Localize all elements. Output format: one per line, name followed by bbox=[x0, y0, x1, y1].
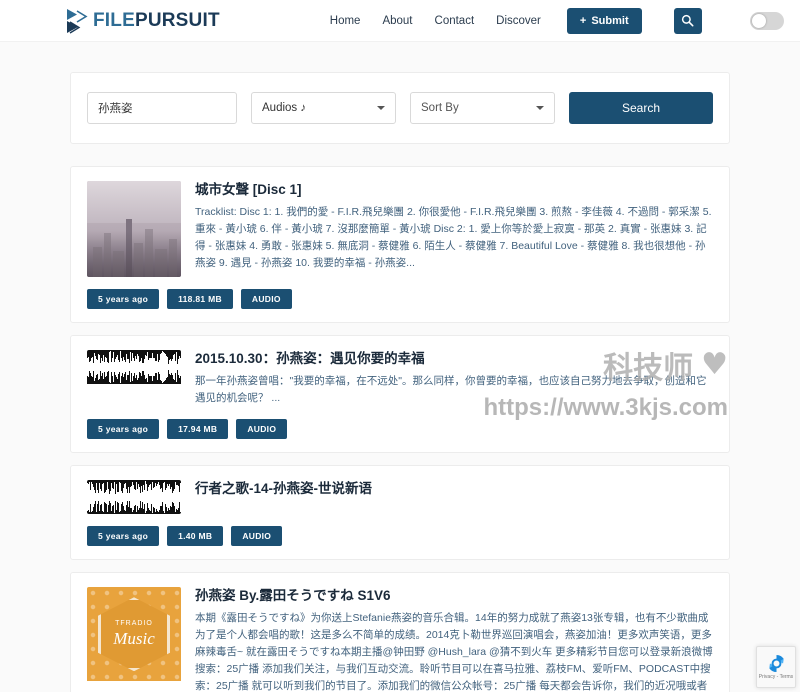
chevron-down-icon bbox=[377, 106, 385, 110]
badge-size: 1.40 MB bbox=[167, 526, 224, 547]
result-description: 本期《露田そうですね》为你送上Stefanie燕姿的音乐合辑。14年的努力成就了… bbox=[195, 612, 713, 692]
result-title-main: 行者之歌-14-孙燕姿-世说新语 bbox=[195, 481, 373, 497]
result-badges: 5 years ago 1.40 MB AUDIO bbox=[87, 526, 713, 547]
result-title[interactable]: 2015.10.30：孙燕姿：遇见你要的幸福 bbox=[195, 350, 713, 368]
tfradio-music-thumbnail-image: TFRADIO Music bbox=[87, 587, 181, 682]
result-title-suffix: By.露田そうですね S1V6 bbox=[235, 588, 391, 604]
result-title[interactable]: 城市女聲 [Disc 1] bbox=[195, 181, 713, 199]
nav-item-discover[interactable]: Discover bbox=[496, 15, 541, 27]
plus-icon: + bbox=[579, 14, 587, 27]
result-title-main: 孙燕姿 bbox=[195, 588, 236, 604]
result-title-main: 城市女聲 bbox=[195, 182, 249, 197]
logo-text-pursuit: PURSUIT bbox=[134, 10, 220, 31]
result-title-main: 2015.10.30：孙燕姿：遇见你要的幸福 bbox=[195, 351, 425, 366]
toggle-knob bbox=[751, 13, 766, 28]
result-thumbnail[interactable] bbox=[87, 480, 181, 515]
badge-type: AUDIO bbox=[240, 289, 292, 309]
search-results-list: 城市女聲 [Disc 1] Tracklist: Disc 1: 1. 我們的愛… bbox=[70, 166, 730, 692]
submit-button[interactable]: + Submit bbox=[566, 7, 642, 34]
result-thumbnail[interactable] bbox=[87, 350, 181, 407]
page-root: FILEPURSUIT Home About Contact Discover … bbox=[0, 0, 800, 692]
search-icon bbox=[682, 14, 694, 27]
audio-waveform-thumbnail-image bbox=[87, 480, 181, 515]
recaptcha-privacy-link[interactable]: Privacy bbox=[759, 674, 775, 680]
filetype-select[interactable]: Audios ♪ bbox=[251, 92, 396, 124]
dark-mode-toggle[interactable] bbox=[749, 11, 784, 30]
result-description: 那一年孙燕姿曾唱："我要的幸福，在不远处"。那么同样，你曾要的幸福，也应该自己努… bbox=[195, 375, 707, 405]
result-item[interactable]: 城市女聲 [Disc 1] Tracklist: Disc 1: 1. 我們的愛… bbox=[70, 166, 730, 323]
chevron-down-icon bbox=[536, 106, 544, 110]
nav-item-home[interactable]: Home bbox=[330, 15, 361, 27]
search-input[interactable] bbox=[87, 92, 237, 124]
filetype-select-value: Audios ♪ bbox=[262, 102, 307, 114]
nav-item-contact[interactable]: Contact bbox=[435, 15, 475, 27]
result-title[interactable]: 孙燕姿 By.露田そうですね S1V6 bbox=[195, 587, 713, 605]
result-title[interactable]: 行者之歌-14-孙燕姿-世说新语 bbox=[195, 480, 713, 498]
result-item[interactable]: TFRADIO Music 孙燕姿 By.露田そうですね S1V6 本期《露田そ… bbox=[70, 572, 730, 692]
badge-size: 118.81 MB bbox=[167, 289, 233, 309]
badge-type: AUDIO bbox=[236, 419, 288, 440]
result-item[interactable]: 行者之歌-14-孙燕姿-世说新语 5 years ago 1.40 MB AUD… bbox=[70, 465, 730, 561]
badge-size: 17.94 MB bbox=[167, 419, 229, 440]
audio-waveform-thumbnail-image bbox=[87, 350, 181, 384]
badge-age: 5 years ago bbox=[87, 289, 160, 309]
header-search-button[interactable] bbox=[673, 7, 702, 34]
page-body: Audios ♪ Sort By Search bbox=[0, 42, 800, 692]
recaptcha-icon bbox=[768, 655, 784, 673]
badge-age: 5 years ago bbox=[87, 419, 160, 440]
result-badges: 5 years ago 118.81 MB AUDIO bbox=[87, 289, 713, 309]
pursuit-chevron-logo-icon bbox=[67, 8, 88, 34]
logo-text-file: FILE bbox=[93, 10, 135, 31]
recaptcha-badge[interactable]: Privacy - Terms bbox=[756, 646, 796, 688]
result-thumbnail[interactable]: TFRADIO Music bbox=[87, 587, 181, 692]
result-description: Tracklist: Disc 1: 1. 我們的愛 - F.I.R.飛兒樂團 … bbox=[195, 206, 712, 270]
result-thumbnail[interactable] bbox=[87, 181, 181, 277]
submit-button-label: Submit bbox=[591, 14, 629, 27]
result-badges: 5 years ago 17.94 MB AUDIO bbox=[87, 419, 713, 440]
badge-type: AUDIO bbox=[231, 526, 283, 547]
badge-age: 5 years ago bbox=[87, 526, 160, 547]
recaptcha-terms-link[interactable]: Terms bbox=[780, 674, 794, 680]
search-submit-button[interactable]: Search bbox=[569, 92, 713, 124]
nav-item-about[interactable]: About bbox=[382, 15, 412, 27]
main-navigation: Home About Contact Discover + Submit bbox=[330, 7, 784, 34]
city-skyline-thumbnail-image bbox=[87, 181, 181, 277]
logo-text: FILEPURSUIT bbox=[93, 11, 220, 30]
result-title-suffix: [Disc 1] bbox=[249, 182, 302, 197]
sort-select[interactable]: Sort By bbox=[410, 92, 555, 124]
result-item[interactable]: 2015.10.30：孙燕姿：遇见你要的幸福 那一年孙燕姿曾唱："我要的幸福，在… bbox=[70, 335, 730, 454]
sort-select-value: Sort By bbox=[421, 102, 459, 114]
site-header: FILEPURSUIT Home About Contact Discover … bbox=[0, 0, 800, 42]
search-panel: Audios ♪ Sort By Search bbox=[70, 72, 730, 144]
site-logo[interactable]: FILEPURSUIT bbox=[64, 8, 220, 34]
